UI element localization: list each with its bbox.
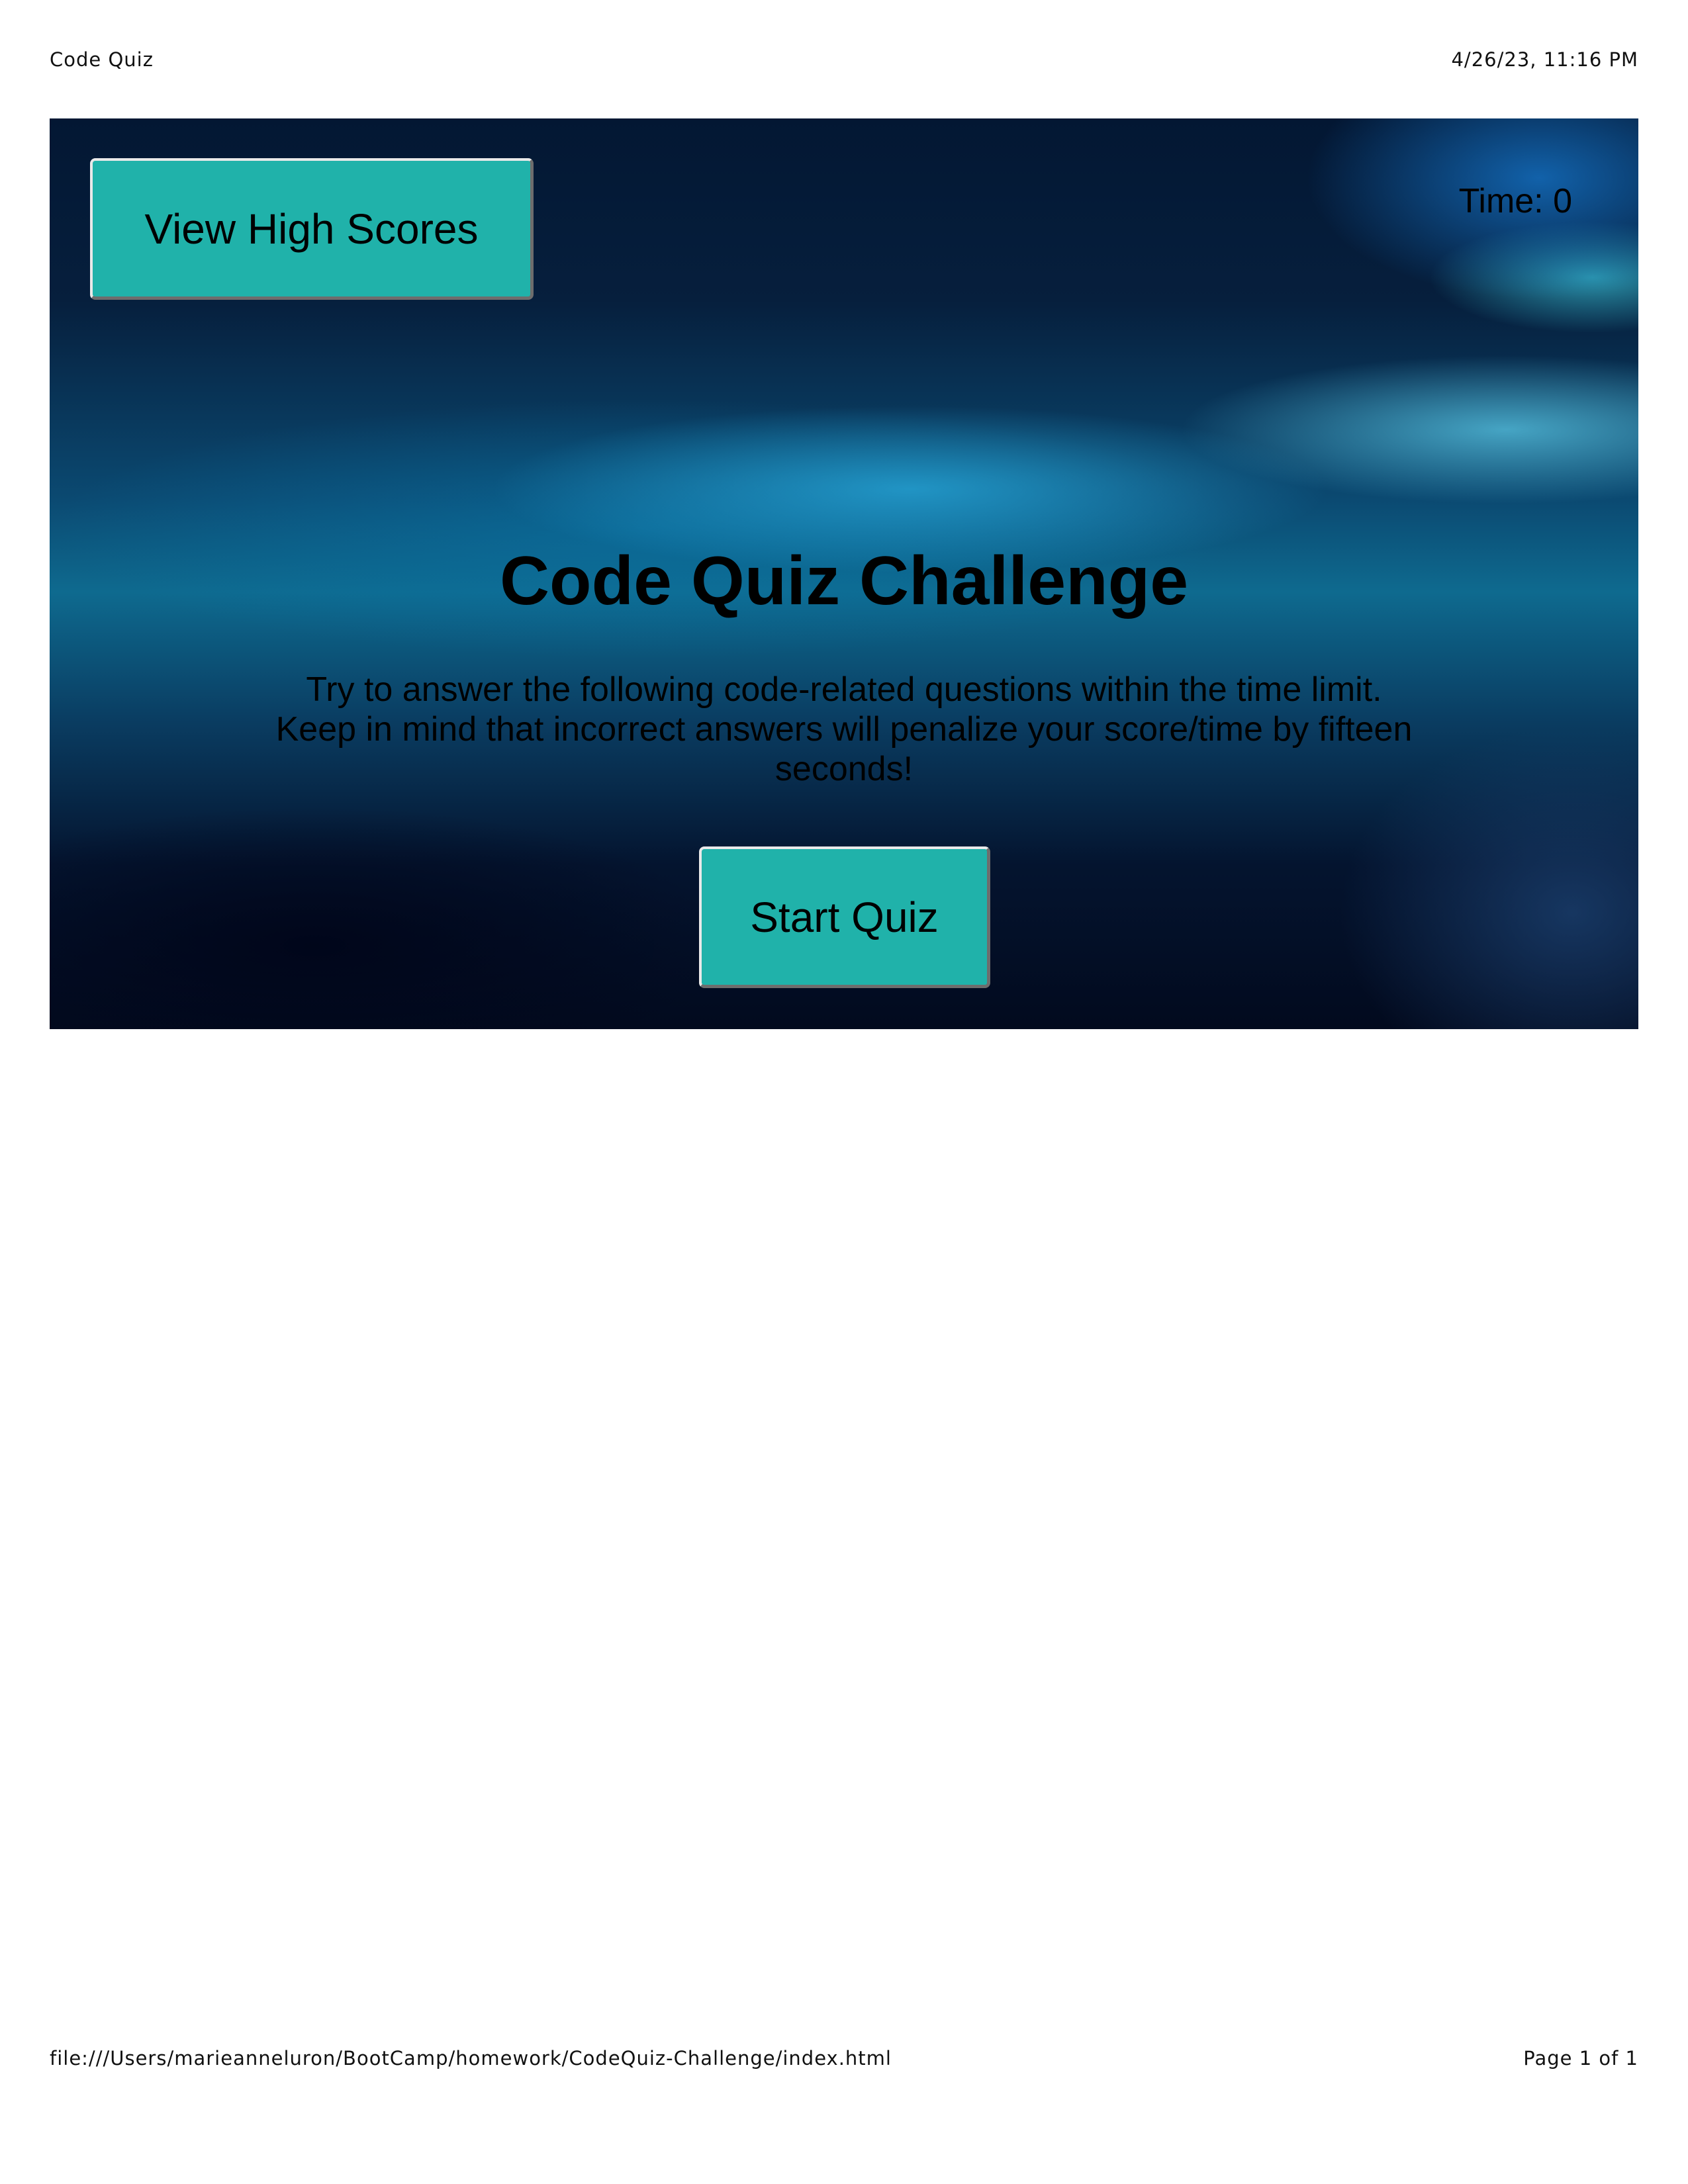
print-file-url: file:///Users/marieanneluron/BootCamp/ho…	[50, 2047, 892, 2070]
quiz-page: View High Scores Time: 0 Code Quiz Chall…	[50, 118, 1638, 1029]
page-title: Code Quiz Challenge	[499, 543, 1189, 619]
print-footer: file:///Users/marieanneluron/BootCamp/ho…	[50, 2045, 1638, 2071]
timer-display: Time: 0	[1458, 182, 1572, 220]
print-header: Code Quiz 4/26/23, 11:16 PM	[50, 46, 1638, 73]
print-datetime: 4/26/23, 11:16 PM	[1451, 48, 1638, 71]
start-quiz-button[interactable]: Start Quiz	[699, 846, 990, 988]
print-page-title: Code Quiz	[50, 48, 154, 71]
view-high-scores-button[interactable]: View High Scores	[90, 158, 534, 300]
intro-text: Try to answer the following code-related…	[275, 670, 1413, 788]
print-page-number: Page 1 of 1	[1523, 2047, 1638, 2070]
